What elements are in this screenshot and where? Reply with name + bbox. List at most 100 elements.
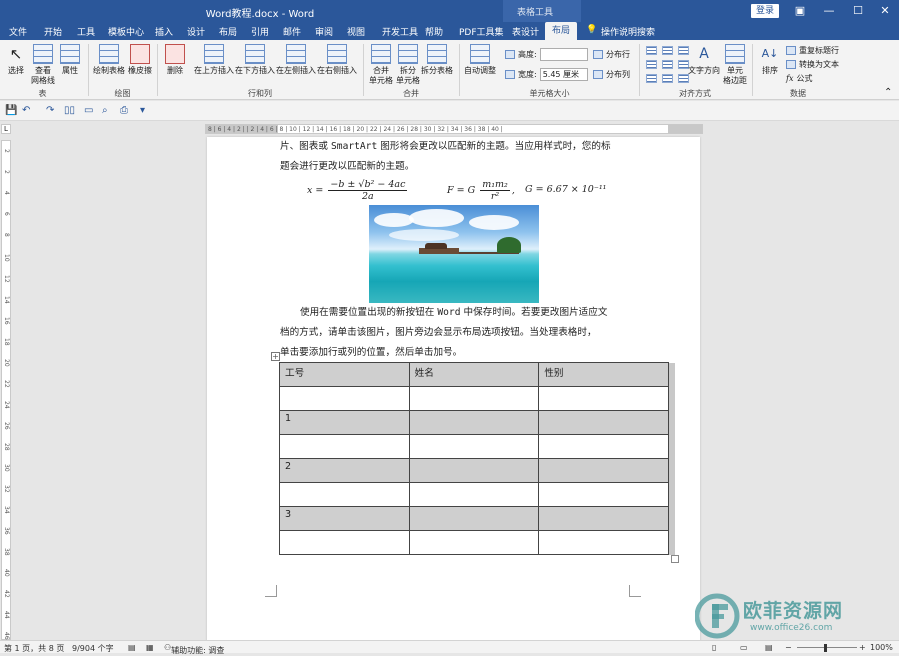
print-icon[interactable]: ⎙ (120, 105, 128, 116)
close-icon[interactable]: ✕ (871, 0, 899, 22)
sort-button[interactable]: A↓ 排序 (758, 44, 782, 76)
page-count[interactable]: 第 1 页，共 8 页 (4, 643, 64, 654)
customize-qat-icon[interactable]: ▾ (140, 105, 145, 116)
insert-right-button[interactable]: 在右侧插入 (317, 44, 357, 76)
beach-photo[interactable] (369, 205, 539, 303)
word-count[interactable]: 9/904 个字 (72, 643, 114, 654)
paragraph-line[interactable]: 片、图表或 SmartArt 图形将会更改以匹配新的主题。当应用样式时，您的标 (280, 137, 611, 157)
table-cell[interactable] (408, 458, 540, 483)
width-input[interactable]: 5.45 厘米 (539, 68, 588, 81)
print-layout-view-icon[interactable]: ▭ (740, 643, 748, 652)
repeat-header-button[interactable]: 重复标题行 (786, 45, 839, 56)
table-cell[interactable] (279, 482, 410, 507)
zoom-in-icon[interactable]: + (859, 643, 866, 652)
paragraph-line[interactable]: 使用在需要位置出现的新按钮在 Word 中保存时间。若要更改图片适应文 (300, 303, 607, 323)
maximize-icon[interactable]: ☐ (844, 0, 872, 22)
formula-button[interactable]: fx 公式 (786, 73, 812, 84)
redo-icon[interactable]: ↷ (46, 105, 54, 116)
convert-to-text-button[interactable]: 转换为文本 (786, 59, 839, 70)
data-table[interactable]: 工号 姓名 性别 1 2 3 (279, 362, 669, 555)
view-gridlines-button[interactable]: 查看 网格线 (30, 44, 56, 86)
table-cell[interactable]: 性别 (538, 362, 669, 387)
height-field[interactable]: 高度: (505, 48, 588, 61)
collapse-ribbon-icon[interactable]: ⌃ (884, 88, 892, 98)
vertical-ruler[interactable]: 2 2 4 6 8 10 12 14 16 18 20 22 24 26 28 30 32 34 36 38 40 42 4… (1, 140, 11, 640)
table-move-handle-icon[interactable]: + (271, 352, 280, 361)
zoom-level[interactable]: 100% (870, 643, 893, 652)
table-cell[interactable] (538, 506, 669, 531)
insert-below-button[interactable]: 在下方插入 (235, 44, 275, 76)
table-cell[interactable] (408, 530, 540, 555)
delete-button[interactable]: 删除 (163, 44, 187, 76)
table-cell[interactable] (538, 410, 669, 435)
properties-button[interactable]: 属性 (59, 44, 81, 76)
eraser-button[interactable]: 橡皮擦 (127, 44, 153, 76)
login-button[interactable]: 登录 (751, 4, 779, 18)
table-cell[interactable] (279, 434, 410, 459)
align-bottom-left-icon[interactable] (646, 74, 657, 83)
tell-me-search[interactable]: 操作说明搜索 (601, 25, 655, 38)
split-table-button[interactable]: 拆分表格 (420, 44, 454, 76)
print-preview-icon[interactable]: ⌕ (102, 105, 108, 116)
split-cells-button[interactable]: 拆分 单元格 (396, 44, 420, 86)
table-cell[interactable] (538, 386, 669, 411)
tab-template-center[interactable]: 模板中心 (108, 25, 144, 38)
tab-selector-icon[interactable]: L (1, 124, 11, 134)
tab-table-layout[interactable]: 布局 (545, 22, 578, 40)
width-field[interactable]: 宽度: 5.45 厘米 (505, 68, 588, 81)
merge-cells-button[interactable]: 合并 单元格 (368, 44, 394, 86)
table-cell[interactable] (279, 386, 410, 411)
tab-tools[interactable]: 工具 (77, 25, 95, 38)
height-input[interactable] (539, 48, 588, 61)
table-cell[interactable] (408, 482, 540, 507)
table-cell[interactable] (538, 530, 669, 555)
tab-references[interactable]: 引用 (251, 25, 269, 38)
table-cell[interactable] (538, 458, 669, 483)
tab-pdf-tools[interactable]: PDF工具集 (459, 25, 504, 38)
table-cell[interactable] (408, 410, 540, 435)
save-icon[interactable]: 💾 (5, 105, 17, 116)
tab-mailings[interactable]: 邮件 (283, 25, 301, 38)
zoom-slider-thumb[interactable] (824, 644, 827, 652)
tab-view[interactable]: 视图 (347, 25, 365, 38)
zoom-slider[interactable] (797, 647, 857, 648)
align-middle-left-icon[interactable] (646, 60, 657, 69)
zoom-out-icon[interactable]: − (785, 643, 792, 652)
table-cell[interactable] (408, 506, 540, 531)
text-direction-button[interactable]: A 文字方向 (688, 44, 720, 76)
read-mode-view-icon[interactable]: ▯ (712, 643, 716, 652)
table-cell[interactable] (279, 530, 410, 555)
table-cell[interactable] (538, 434, 669, 459)
distribute-rows-button[interactable]: 分布行 (593, 49, 630, 60)
macro-icon[interactable]: ▦ (146, 643, 154, 652)
align-bottom-center-icon[interactable] (662, 74, 673, 83)
table-cell[interactable]: 姓名 (408, 362, 540, 387)
autofit-button[interactable]: 自动调整 (463, 44, 497, 76)
tab-review[interactable]: 审阅 (315, 25, 333, 38)
table-cell[interactable] (408, 434, 540, 459)
align-top-left-icon[interactable] (646, 46, 657, 55)
table-cell[interactable] (538, 482, 669, 507)
paragraph-line[interactable]: 档的方式，请单击该图片，图片旁边会显示布局选项按钮。当处理表格时， (280, 323, 597, 343)
tab-home[interactable]: 开始 (44, 25, 62, 38)
align-middle-center-icon[interactable] (662, 60, 673, 69)
cell-margins-button[interactable]: 单元 格边距 (722, 44, 748, 86)
table-cell[interactable]: 3 (279, 506, 410, 531)
insert-above-button[interactable]: 在上方插入 (194, 44, 234, 76)
tab-table-design[interactable]: 表设计 (512, 25, 539, 38)
document-page[interactable]: 片、图表或 SmartArt 图形将会更改以匹配新的主题。当应用样式时，您的标 … (207, 137, 700, 642)
read-mode-icon[interactable]: ▯▯ (64, 105, 75, 116)
accessibility-status[interactable]: ⚇ 辅助功能: 调查 (164, 643, 224, 655)
tab-help[interactable]: 帮助 (425, 25, 443, 38)
tab-insert[interactable]: 插入 (155, 25, 173, 38)
tab-design[interactable]: 设计 (187, 25, 205, 38)
select-button[interactable]: ↖ 选择 (5, 44, 27, 76)
table-cell[interactable]: 1 (279, 410, 410, 435)
align-top-center-icon[interactable] (662, 46, 673, 55)
minimize-icon[interactable]: — (815, 0, 843, 22)
print-layout-icon[interactable]: ▭ (84, 105, 93, 116)
tab-layout[interactable]: 布局 (219, 25, 237, 38)
table-cell[interactable]: 工号 (279, 362, 410, 387)
table-resize-handle-icon[interactable] (671, 555, 679, 563)
table-cell[interactable] (408, 386, 540, 411)
